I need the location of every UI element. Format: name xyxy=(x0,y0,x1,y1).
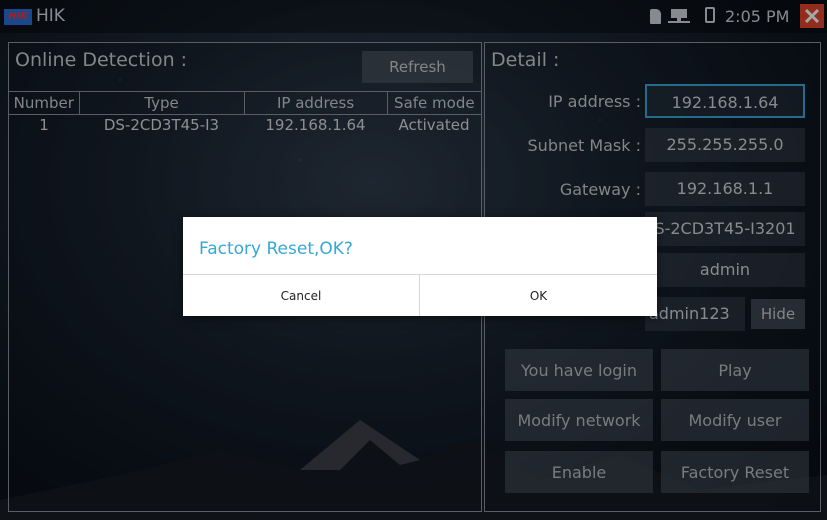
cancel-button[interactable]: Cancel xyxy=(183,275,419,316)
factory-reset-dialog: Factory Reset,OK? Cancel OK xyxy=(183,217,657,316)
ok-button[interactable]: OK xyxy=(420,275,657,316)
dialog-title: Factory Reset,OK? xyxy=(199,239,353,259)
